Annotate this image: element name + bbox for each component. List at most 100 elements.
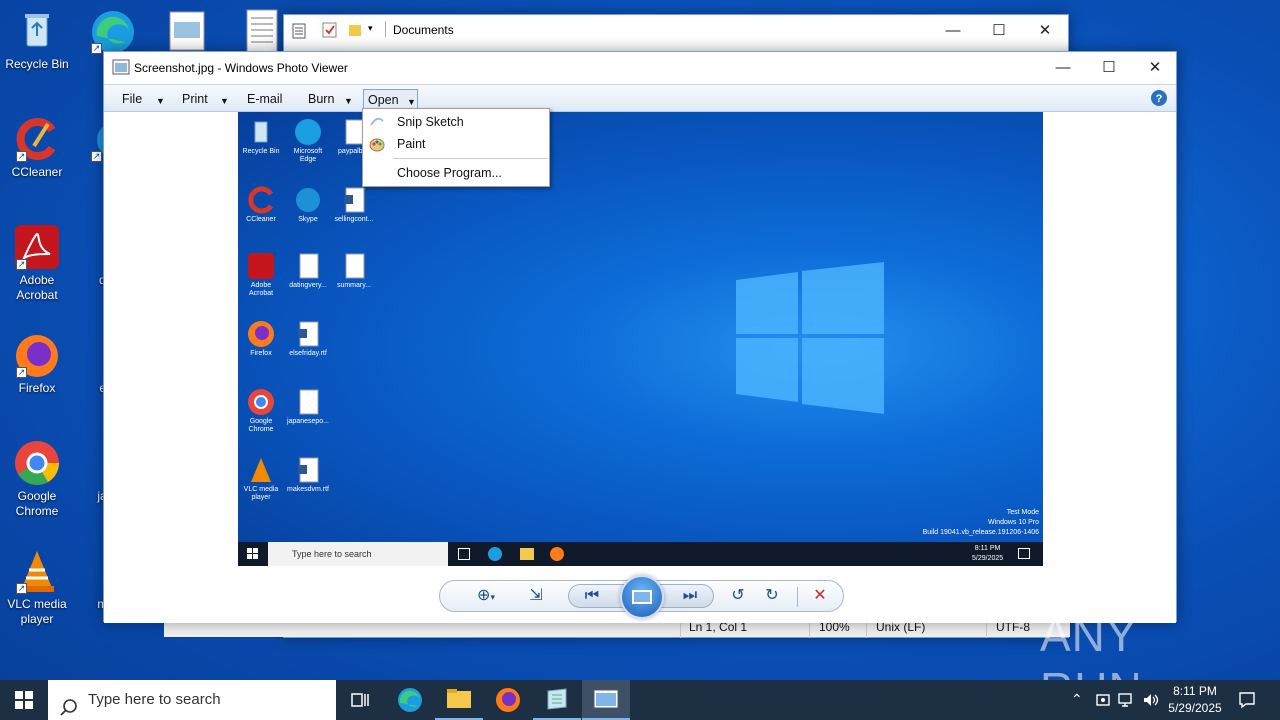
menu-item-choose-program[interactable]: Choose Program... [397, 163, 502, 183]
slideshow-icon [632, 590, 652, 604]
desktop-icon-label: Google Chrome [15, 489, 59, 518]
menu-open[interactable]: Open ▼ [363, 89, 418, 109]
shortcut-arrow-icon: ↗ [91, 43, 102, 54]
mini-edge-icon [488, 547, 502, 561]
mini-icon-label: Recycle Bin [242, 148, 280, 155]
desktop-icon-label: Adobe Acrobat [16, 273, 58, 302]
shortcut-arrow-icon: ↗ [16, 151, 27, 162]
taskbar-search[interactable]: Type here to search [48, 680, 336, 720]
previous-icon[interactable]: ⏮ [580, 586, 604, 606]
network-icon[interactable] [1118, 692, 1136, 711]
watermark-line: Test Mode [1006, 509, 1039, 516]
task-view-button[interactable] [336, 680, 384, 720]
taskbar-notepad[interactable] [533, 680, 581, 720]
minimize-button[interactable]: — [930, 15, 976, 45]
mini-icon: Adobe Acrobat [239, 252, 283, 298]
shortcut-arrow-icon: ↗ [16, 367, 27, 378]
zoom-icon[interactable]: ⊕▾ [468, 586, 504, 606]
menu-print-label: Print [182, 92, 208, 106]
notepad-app-icon [292, 23, 306, 42]
start-button[interactable] [0, 680, 48, 720]
close-button[interactable]: ✕ [1022, 15, 1068, 45]
photo-viewer-app-icon [112, 59, 130, 78]
close-button[interactable]: ✕ [1132, 52, 1178, 82]
mini-icon: sellingcont... [332, 186, 376, 224]
menu-item-paint[interactable]: Paint [397, 134, 426, 154]
menu-separator [393, 158, 548, 159]
svg-text:?: ? [1156, 93, 1163, 105]
help-icon[interactable]: ? [1150, 89, 1168, 110]
mini-taskbar: Type here to search 8:11 PM 5/29/2025 [238, 542, 1043, 566]
viewer-control-pill: ⊕▾ ⇲ ⏮ ⏭ ↺ ↻ ✕ [439, 575, 844, 619]
desktop-icon-firefox[interactable]: ↗ Firefox [0, 332, 74, 396]
menu-email[interactable]: E-mail [243, 89, 286, 109]
maximize-button[interactable]: ☐ [976, 15, 1022, 45]
menu-file[interactable]: File ▼ [118, 89, 168, 109]
desktop-icon-ccleaner[interactable]: ↗ CCleaner [0, 116, 74, 180]
taskbar-file-explorer[interactable] [435, 680, 483, 720]
recycle-bin-icon [14, 8, 60, 54]
mini-icon-label: CCleaner [246, 216, 276, 223]
rotate-counterclockwise-icon[interactable]: ↺ [726, 586, 750, 606]
title-divider [385, 21, 386, 37]
desktop-icon-label: Recycle Bin [5, 57, 69, 71]
snip-sketch-icon [369, 113, 385, 129]
desktop-icon-label: CCleaner [11, 165, 63, 179]
slideshow-button[interactable] [620, 575, 664, 619]
mini-icon: Google Chrome [239, 388, 283, 434]
volume-icon[interactable] [1142, 692, 1160, 711]
firefox-icon [496, 688, 520, 712]
menu-print[interactable]: Print ▼ [178, 89, 232, 109]
desktop-icon-image-file[interactable] [150, 8, 224, 57]
quick-access-dropdown-icon[interactable]: ▾ [368, 23, 373, 34]
menu-burn[interactable]: Burn ▼ [304, 89, 356, 109]
show-hidden-icons-chevron-icon[interactable]: ⌃ [1071, 691, 1083, 708]
mini-icon-label: makesdvm.rtf [286, 486, 329, 493]
minimize-button[interactable]: — [1040, 52, 1086, 82]
open-dropdown-menu: Snip Sketch Paint Choose Program... [362, 108, 550, 187]
mini-clock: 8:11 PM 5/29/2025 [972, 544, 1003, 564]
chevron-down-icon: ▼ [156, 96, 165, 106]
taskbar-firefox[interactable] [484, 680, 532, 720]
menu-file-label: File [122, 92, 143, 106]
chevron-down-icon: ▼ [220, 96, 229, 106]
photo-viewer-titlebar[interactable]: Screenshot.jpg - Windows Photo Viewer — … [104, 52, 1176, 84]
notepad-title: Documents [393, 23, 454, 37]
notepad-titlebar[interactable]: ▾ Documents — ☐ ✕ [284, 15, 1068, 47]
next-icon[interactable]: ⏭ [678, 586, 702, 606]
desktop-icon-google-chrome[interactable]: Google Chrome [0, 440, 74, 519]
clock-date: 5/29/2025 [1168, 701, 1222, 715]
mini-icon: datingvery... [286, 252, 330, 290]
mini-icon: Recycle Bin [239, 118, 283, 156]
taskbar-clock[interactable]: 8:11 PM 5/29/2025 [1160, 683, 1230, 717]
photo-viewer-window[interactable]: Screenshot.jpg - Windows Photo Viewer — … [103, 51, 1177, 623]
delete-icon[interactable]: ✕ [808, 586, 832, 606]
action-center-icon[interactable] [1238, 691, 1256, 712]
mini-icon: elsefriday.rtf [286, 320, 330, 358]
desktop-icon-vlc[interactable]: ↗ VLC media player [0, 548, 74, 627]
menu-item-snip-sketch[interactable]: Snip Sketch [397, 112, 464, 132]
desktop-icon-recycle-bin[interactable]: Recycle Bin [0, 8, 74, 72]
shortcut-arrow-icon: ↗ [16, 583, 27, 594]
image-stage: Recycle Bin Microsoft Edge paypalbi... C… [104, 112, 1176, 566]
shortcut-arrow-icon: ↗ [16, 259, 27, 270]
mini-icon: Microsoft Edge [286, 118, 330, 164]
mini-icon: Firefox [239, 320, 283, 358]
taskbar-photo-viewer[interactable] [582, 680, 630, 720]
taskbar-edge[interactable] [386, 680, 434, 720]
desktop-icon-adobe-acrobat[interactable]: ↗ Adobe Acrobat [0, 224, 74, 303]
mini-icon-label: datingvery... [289, 282, 327, 289]
mini-icon: CCleaner [239, 186, 283, 224]
acrobat-icon: ↗ [14, 224, 60, 270]
mini-icon: summary... [332, 252, 376, 290]
maximize-button[interactable]: ☐ [1086, 52, 1132, 82]
edge-icon [398, 688, 422, 712]
search-icon [60, 692, 77, 720]
mini-notification-icon [1018, 548, 1030, 559]
actual-size-icon[interactable]: ⇲ [524, 586, 548, 606]
shortcut-arrow-icon: ↗ [91, 151, 102, 162]
meet-now-icon[interactable] [1095, 692, 1111, 711]
anyrun-watermark: ANY RUN [1040, 608, 1240, 715]
mini-search: Type here to search [268, 542, 448, 566]
rotate-clockwise-icon[interactable]: ↻ [760, 586, 784, 606]
